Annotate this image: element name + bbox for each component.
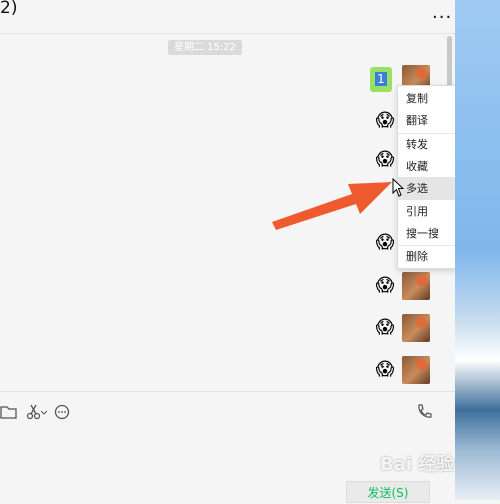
emoji-message[interactable]: 😱	[374, 317, 396, 339]
desktop-wallpaper	[455, 0, 500, 500]
header-divider	[0, 33, 455, 34]
chat-bubble-icon[interactable]	[53, 403, 71, 421]
chat-window: 2) ... 星期二 15:22 1 😱 😱 😱 😱 😱 😱 复制 翻译 转发 …	[0, 0, 458, 503]
menu-item-translate[interactable]: 翻译	[398, 109, 457, 132]
sent-message-text: 1	[375, 72, 387, 86]
avatar[interactable]	[402, 314, 430, 342]
folder-icon[interactable]	[0, 403, 18, 421]
menu-item-delete[interactable]: 删除	[398, 245, 457, 268]
sent-message-bubble[interactable]: 1	[370, 67, 392, 92]
annotation-arrow-icon	[272, 182, 392, 230]
avatar[interactable]	[402, 272, 430, 300]
emoji-message[interactable]: 😱	[374, 232, 396, 254]
chevron-down-icon[interactable]	[41, 410, 47, 416]
toolbar-divider	[0, 391, 455, 392]
message-timestamp: 星期二 15:22	[168, 40, 242, 55]
menu-item-copy[interactable]: 复制	[398, 87, 457, 110]
baidu-watermark: Bai 经验	[380, 454, 455, 475]
more-options-button[interactable]: ...	[432, 2, 452, 23]
emoji-message[interactable]: 😱	[374, 275, 396, 297]
chat-title: 2)	[0, 0, 18, 18]
menu-item-forward[interactable]: 转发	[398, 133, 457, 156]
avatar[interactable]	[402, 356, 430, 384]
emoji-message[interactable]: 😱	[374, 149, 396, 171]
phone-icon[interactable]	[415, 403, 433, 421]
emoji-message[interactable]: 😱	[374, 359, 396, 381]
emoji-message[interactable]: 😱	[374, 110, 396, 132]
